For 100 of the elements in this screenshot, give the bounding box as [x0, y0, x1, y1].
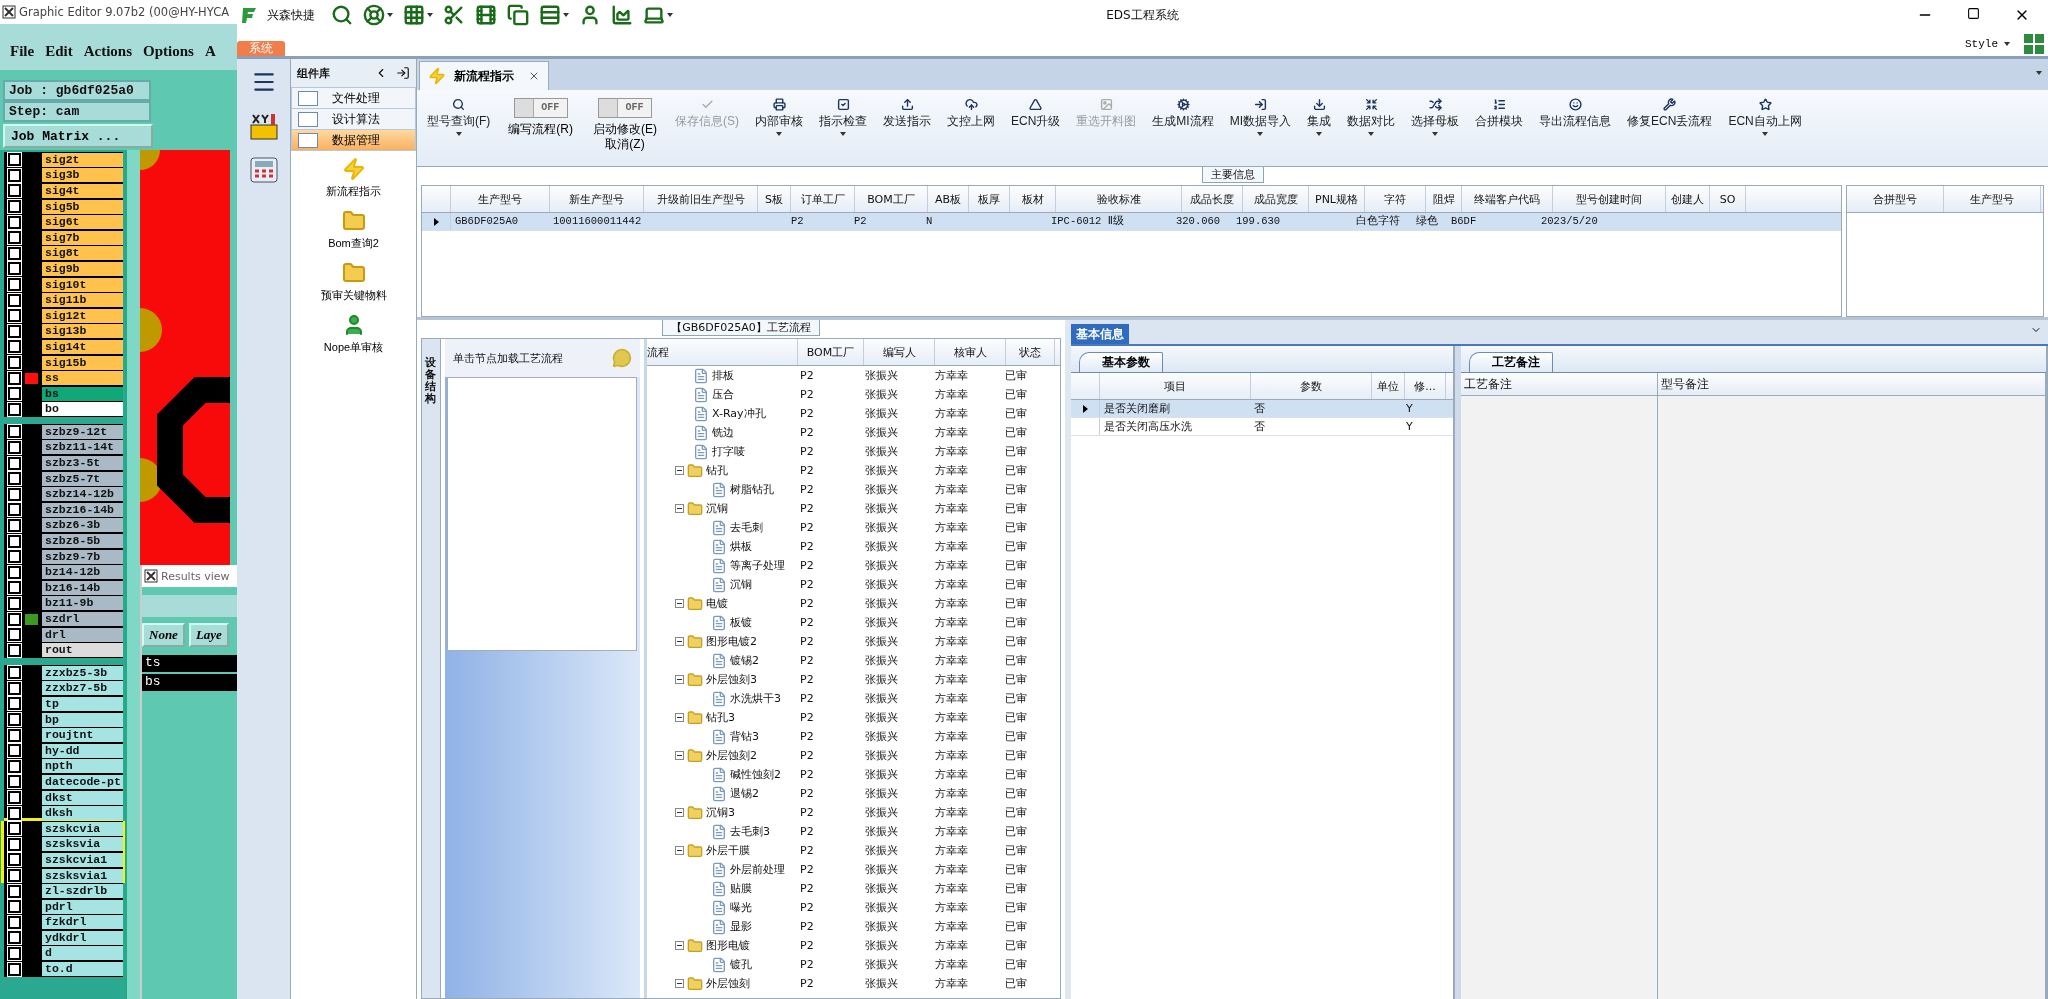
tree-node[interactable]: 外层干膜	[706, 843, 750, 858]
column-header[interactable]: BOM工厂	[855, 186, 928, 212]
layer-name[interactable]: dksh	[42, 806, 123, 821]
layer-checkbox[interactable]	[8, 278, 21, 292]
layer-name[interactable]: rout	[42, 643, 123, 658]
layer-checkbox[interactable]	[8, 643, 21, 657]
dock-icon[interactable]	[396, 66, 410, 80]
toolbar-icon[interactable]	[579, 4, 601, 26]
tree-node[interactable]: 曝光	[730, 900, 752, 915]
toggle-switch[interactable]: OFF 启动修改(E) 取消(Z)	[585, 94, 665, 156]
column-header[interactable]: 项目	[1100, 373, 1251, 399]
ribbon-button[interactable]: 型号查询(F)	[421, 94, 497, 140]
column-header[interactable]: 流程	[647, 339, 798, 365]
layer-name[interactable]: roujtnt	[42, 728, 123, 743]
layer-name[interactable]: bz16-14b	[42, 580, 123, 595]
dropdown-caret-icon[interactable]	[2036, 71, 2042, 75]
column-header[interactable]: 生产型号	[451, 186, 550, 212]
layer-checkbox[interactable]	[8, 791, 21, 805]
layer-name[interactable]: d	[42, 946, 123, 961]
collapse-icon[interactable]	[675, 808, 684, 817]
layer-name[interactable]: zzxbz5-3b	[42, 665, 123, 680]
column-header[interactable]: 阻焊	[1426, 186, 1462, 212]
side-tab[interactable]: 设备结构	[425, 357, 436, 406]
tree-node[interactable]: 显影	[730, 919, 752, 934]
layer-checkbox[interactable]	[8, 425, 21, 439]
notes-field[interactable]	[1461, 396, 1657, 999]
layer-checkbox[interactable]	[8, 293, 21, 307]
tree-node[interactable]: 压合	[712, 387, 734, 402]
column-header[interactable]: 字符	[1365, 186, 1426, 212]
tree-node[interactable]: 贴膜	[730, 881, 752, 896]
factory-icon[interactable]	[248, 111, 279, 141]
column-header[interactable]: 验收标准	[1056, 186, 1182, 212]
column-header[interactable]: 型号创建时间	[1553, 186, 1666, 212]
layer-name[interactable]: szbz8-5b	[42, 534, 123, 549]
column-header[interactable]: 成品宽度	[1243, 186, 1309, 212]
layer-name[interactable]: sig13b	[42, 324, 123, 339]
layer-name[interactable]: zl-szdrlb	[42, 884, 123, 899]
close-icon[interactable]	[528, 70, 540, 82]
layer-checkbox[interactable]	[8, 487, 21, 501]
tree-node[interactable]: 去毛刺	[730, 520, 763, 535]
tree-node[interactable]: 钻孔	[706, 463, 728, 478]
tree-node[interactable]: 镀锡2	[730, 653, 759, 668]
layer-name[interactable]: sig4t	[42, 184, 123, 198]
layer-name[interactable]: sig5b	[42, 199, 123, 214]
tree-node[interactable]: 电镀	[706, 596, 728, 611]
layer-checkbox[interactable]	[8, 759, 21, 773]
ribbon-button[interactable]: 生成MI流程	[1146, 94, 1220, 133]
layer-checkbox[interactable]	[8, 402, 21, 416]
layer-checkbox[interactable]	[8, 550, 21, 564]
tree-node[interactable]: 水洗烘干3	[730, 691, 781, 706]
layer-name[interactable]: dkst	[42, 790, 123, 805]
toolbar-icon[interactable]	[443, 4, 465, 26]
layer-checkbox[interactable]	[8, 518, 21, 532]
layer-name[interactable]: sig11b	[42, 293, 123, 308]
column-header[interactable]: 编写人	[864, 339, 935, 365]
column-header[interactable]: 参数	[1251, 373, 1372, 399]
layer-name[interactable]: szbz6-3b	[42, 518, 123, 533]
layer-name[interactable]: bz14-12b	[42, 565, 123, 580]
menu-item[interactable]: Edit	[45, 42, 73, 60]
panel-tab[interactable]: 基本参数	[1079, 352, 1163, 372]
layer-checkbox[interactable]	[8, 441, 21, 454]
layer-name[interactable]: szskcvia	[42, 821, 123, 836]
collapse-icon[interactable]	[675, 846, 684, 855]
collapse-icon[interactable]	[675, 751, 684, 760]
layer-name[interactable]: sig10t	[42, 277, 123, 292]
layer-checkbox[interactable]	[8, 806, 21, 820]
column-header[interactable]: 单位	[1372, 373, 1405, 399]
column-header[interactable]: 核审人	[935, 339, 1006, 365]
layer-checkbox[interactable]	[8, 596, 21, 610]
ribbon-button[interactable]: 选择母板	[1405, 94, 1466, 140]
ribbon-button[interactable]: 数据对比	[1341, 94, 1402, 140]
layer-name[interactable]: bo	[42, 402, 123, 417]
layer-name[interactable]: szsksvia	[42, 837, 123, 852]
tree-node[interactable]: 沉铜3	[706, 805, 735, 820]
layer-checkbox[interactable]	[8, 153, 21, 167]
column-header[interactable]: PNL规格	[1309, 186, 1365, 212]
ribbon-button[interactable]: 指示检查	[813, 94, 873, 140]
layer-checkbox[interactable]	[8, 534, 21, 548]
ribbon-button[interactable]: ECN自动上网	[1722, 94, 1808, 140]
menu-item[interactable]: Options	[143, 42, 194, 60]
layer-name[interactable]: to.d	[42, 962, 123, 977]
layer-name[interactable]: sig8t	[42, 246, 123, 261]
layer-checkbox[interactable]	[8, 231, 21, 245]
layer-checkbox[interactable]	[8, 915, 21, 929]
column-header[interactable]: 新生产型号	[550, 186, 644, 212]
layer-name[interactable]: drl	[42, 627, 123, 642]
tree-node[interactable]: 外层蚀刻	[706, 976, 750, 991]
layer-checkbox[interactable]	[8, 612, 21, 626]
layer-checkbox[interactable]	[8, 697, 21, 711]
collapse-icon[interactable]	[675, 466, 684, 475]
layer-name[interactable]: szbz16-14b	[42, 502, 123, 517]
tree-node[interactable]: 外层蚀刻3	[706, 672, 757, 687]
layer-checkbox[interactable]	[8, 456, 21, 470]
panel-tab[interactable]: 工艺备注	[1469, 352, 1553, 372]
layer-checkbox[interactable]	[8, 666, 21, 680]
layer-checkbox[interactable]	[8, 775, 21, 789]
layer-name[interactable]: sig2t	[42, 152, 123, 167]
layer-name[interactable]: sig15b	[42, 355, 123, 370]
column-header[interactable]: BOM工厂	[798, 339, 864, 365]
layer-name[interactable]: ydkdrl	[42, 930, 123, 945]
